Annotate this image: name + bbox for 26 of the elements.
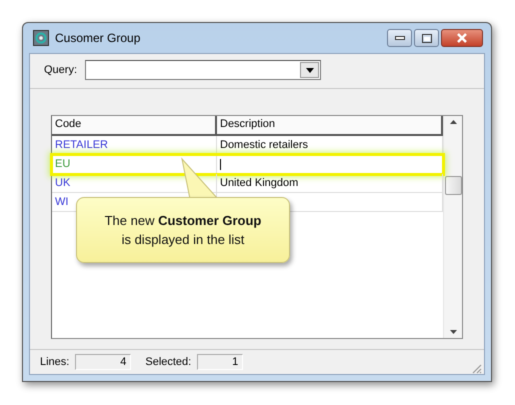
close-icon bbox=[456, 33, 468, 43]
lines-label: Lines: bbox=[40, 356, 70, 368]
scroll-down-icon[interactable] bbox=[450, 330, 456, 334]
text-cursor bbox=[220, 158, 221, 170]
query-label: Query: bbox=[44, 64, 78, 76]
scrollbar[interactable] bbox=[443, 116, 462, 338]
scroll-up-icon[interactable] bbox=[450, 120, 456, 124]
list-row-highlight[interactable]: EU bbox=[52, 155, 443, 174]
maximize-button[interactable] bbox=[414, 29, 439, 47]
selected-count: 1 bbox=[197, 354, 244, 370]
column-header[interactable]: Description bbox=[217, 116, 443, 134]
scroll-thumb[interactable] bbox=[444, 176, 462, 194]
lines-count: 4 bbox=[75, 354, 132, 370]
callout-text: The new Customer Group is displayed in the list bbox=[104, 212, 262, 249]
minimize-icon bbox=[394, 36, 404, 40]
code-cell: RETAILER bbox=[52, 136, 217, 154]
query-dropdown[interactable] bbox=[85, 60, 322, 80]
maximize-icon bbox=[422, 34, 432, 42]
app-icon bbox=[33, 30, 49, 46]
window-title: Cusomer Group bbox=[55, 31, 140, 45]
resize-grip-icon[interactable] bbox=[470, 362, 482, 374]
close-button[interactable] bbox=[441, 29, 483, 47]
minimize-button[interactable] bbox=[387, 29, 412, 47]
dropdown-arrow-icon bbox=[306, 68, 314, 72]
selected-label: Selected: bbox=[145, 356, 192, 368]
column-header[interactable]: Code bbox=[52, 116, 217, 134]
